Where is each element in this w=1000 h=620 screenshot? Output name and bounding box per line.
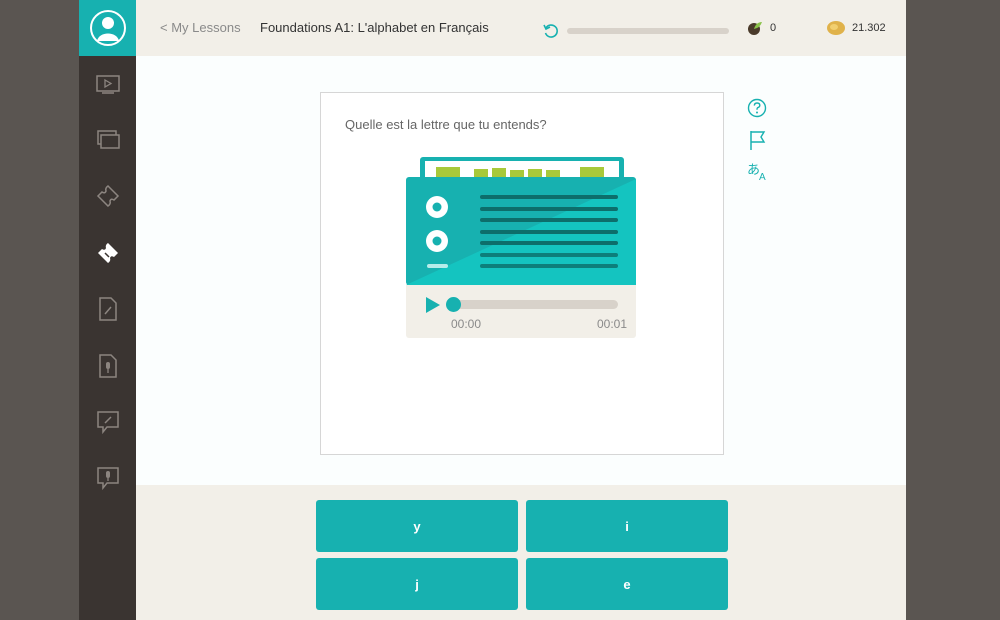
answer-option-3[interactable]: j — [316, 558, 518, 610]
audio-current-time: 00:00 — [451, 317, 482, 331]
svg-text:A: A — [759, 172, 766, 182]
reset-icon[interactable] — [542, 22, 560, 40]
cards-icon — [96, 130, 120, 149]
play-icon[interactable] — [425, 297, 441, 313]
streak-count: 0 — [770, 22, 777, 34]
flag-icon[interactable] — [747, 129, 767, 151]
back-to-lessons-link[interactable]: < My Lessons — [160, 20, 241, 35]
sidebar-item-puzzle-active[interactable] — [79, 237, 136, 269]
mic-doc-icon — [98, 354, 117, 378]
leaf-score-icon — [748, 22, 762, 35]
help-icon[interactable] — [747, 98, 767, 118]
answer-panel: y i j e — [136, 485, 906, 620]
answer-option-1[interactable]: y — [316, 500, 518, 552]
write-chat-icon — [96, 411, 119, 435]
streak-stat: 0 — [746, 20, 776, 36]
audio-seek-bar[interactable] — [452, 300, 618, 309]
sidebar-item-writing[interactable] — [79, 293, 136, 325]
exercise-card: Quelle est la lettre que tu entends? 00:… — [320, 92, 724, 455]
sidebar — [79, 0, 136, 620]
avatar[interactable] — [79, 0, 136, 56]
answer-option-4[interactable]: e — [526, 558, 728, 610]
user-avatar-icon — [89, 10, 126, 46]
coins-stat: 21.302 — [826, 20, 886, 36]
translate-icon[interactable]: あ A — [747, 160, 771, 182]
lesson-progress-bar — [567, 28, 729, 34]
answer-option-2[interactable]: i — [526, 500, 728, 552]
sidebar-item-puzzle[interactable] — [79, 180, 136, 212]
sidebar-item-speak-chat[interactable] — [79, 462, 136, 494]
puzzle-active-icon — [97, 243, 118, 263]
cassette-illustration — [406, 157, 636, 285]
coin-count: 21.302 — [852, 22, 886, 34]
question-text: Quelle est la lettre que tu entends? — [345, 117, 547, 132]
pencil-doc-icon — [98, 297, 117, 321]
puzzle-icon — [96, 185, 119, 207]
sidebar-item-recording[interactable] — [79, 350, 136, 382]
top-bar: < My Lessons Foundations A1: L'alphabet … — [136, 0, 906, 56]
video-icon — [95, 75, 120, 94]
audio-seek-handle[interactable] — [446, 297, 461, 312]
lesson-title: Foundations A1: L'alphabet en Français — [260, 20, 489, 35]
coin-icon — [827, 21, 845, 35]
lesson-app: < My Lessons Foundations A1: L'alphabet … — [136, 0, 906, 620]
audio-player: 00:00 00:01 — [406, 285, 636, 338]
sidebar-item-cards[interactable] — [79, 124, 136, 156]
sidebar-item-video[interactable] — [79, 68, 136, 100]
speak-chat-icon — [96, 467, 119, 491]
audio-duration: 00:01 — [596, 317, 627, 331]
sidebar-item-write-chat[interactable] — [79, 406, 136, 438]
